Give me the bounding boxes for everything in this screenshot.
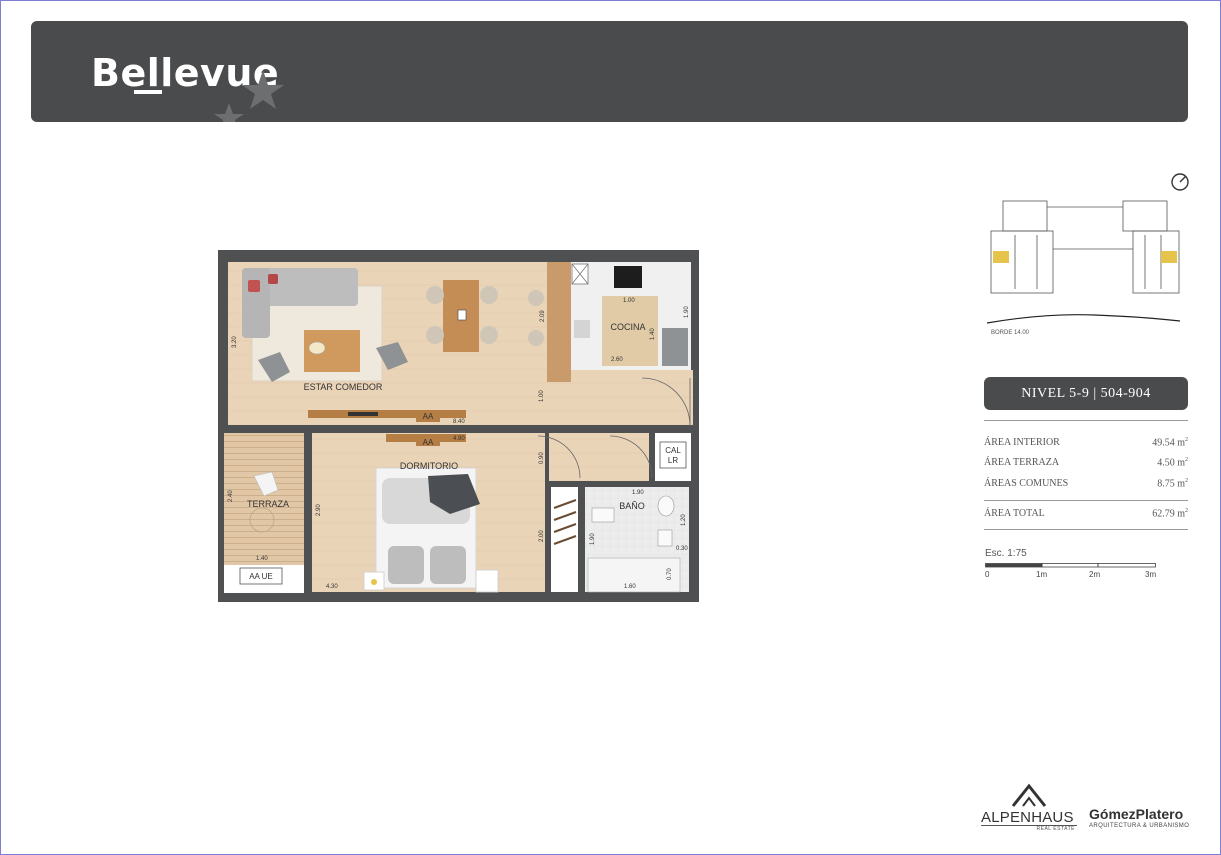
- dimension-label: 1.90: [684, 306, 690, 318]
- dimension-label: 3.20: [232, 336, 238, 348]
- cal-label: CAL: [665, 446, 681, 455]
- aa-ue-label: AA UE: [249, 572, 273, 581]
- gomezplatero-subtitle: ARQUITECTURA & URBANISMO: [1089, 823, 1190, 829]
- room-label-terrace: TERRAZA: [247, 499, 289, 509]
- floor-plan: ESTAR COMEDOR COCINA DORMITORIO TERRAZA …: [218, 250, 700, 602]
- total-label: ÁREA TOTAL: [984, 508, 1045, 519]
- dimension-label: 2.00: [539, 530, 545, 542]
- unit-highlight: [1161, 251, 1177, 263]
- dimension-label: 2.60: [611, 357, 623, 363]
- dimension-label: 1.40: [650, 328, 656, 340]
- border-label: BORDE 14.00: [991, 330, 1030, 336]
- alpenhaus-wordmark: ALPENHAUS: [981, 809, 1074, 826]
- area-label: ÁREAS COMUNES: [984, 478, 1069, 489]
- unit-highlight: [993, 251, 1009, 263]
- room-label-living: ESTAR COMEDOR: [304, 382, 383, 392]
- brand-underline: [134, 90, 162, 94]
- dimension-label: 2.40: [228, 490, 234, 502]
- key-plan: [986, 200, 1181, 324]
- area-row-common: ÁREAS COMUNES 8.75 m2: [984, 478, 1188, 492]
- aa-label: AA: [423, 412, 434, 421]
- mountain-icon: [1011, 783, 1047, 807]
- dimension-label: 4.30: [326, 584, 338, 590]
- total-value: 62.79 m: [1152, 508, 1185, 520]
- area-value: 8.75 m: [1157, 478, 1185, 490]
- stars-icon: [214, 70, 284, 122]
- dimension-label: 1.00: [623, 298, 635, 304]
- divider: [984, 420, 1188, 421]
- gomezplatero-wordmark: GómezPlatero: [1089, 806, 1184, 822]
- scale-tick: 2m: [1089, 570, 1100, 579]
- area-row-interior: ÁREA INTERIOR 49.54 m2: [984, 437, 1188, 451]
- scale-bar: 0 1m 2m 3m: [985, 563, 1156, 579]
- dimension-label: 2.90: [316, 504, 322, 516]
- area-row-total: ÁREA TOTAL 62.79 m2: [984, 508, 1188, 522]
- scale-label: Esc. 1:75: [985, 548, 1027, 559]
- dimension-label: 1.90: [632, 490, 644, 496]
- north-compass-icon: [1171, 173, 1189, 191]
- scale-tick: 1m: [1036, 570, 1047, 579]
- dimension-label: 1.20: [681, 514, 687, 526]
- dimension-label: 0.70: [667, 568, 673, 580]
- level-badge: NIVEL 5-9 | 504-904: [984, 377, 1188, 410]
- area-label: ÁREA TERRAZA: [984, 457, 1060, 468]
- dimension-label: 8.40: [453, 419, 465, 425]
- room-label-bedroom: DORMITORIO: [400, 461, 458, 471]
- cooktop-icon: [614, 266, 642, 288]
- dimension-label: 1.40: [256, 556, 268, 562]
- dimension-label: 1.90: [590, 533, 596, 545]
- dimension-label: 0.30: [676, 546, 688, 552]
- scale-tick: 3m: [1145, 570, 1156, 579]
- dimension-label: 2.09: [540, 310, 546, 322]
- scale-tick: 0: [985, 570, 990, 579]
- aa-label: AA: [423, 438, 434, 447]
- divider: [984, 529, 1188, 530]
- room-label-kitchen: COCINA: [610, 322, 645, 332]
- area-label: ÁREA INTERIOR: [984, 437, 1060, 448]
- alpenhaus-subtitle: REAL ESTATE: [1036, 826, 1075, 832]
- area-value: 49.54 m: [1152, 437, 1185, 449]
- dimension-label: 1.00: [539, 390, 545, 402]
- area-row-terrace: ÁREA TERRAZA 4.50 m2: [984, 457, 1188, 471]
- room-label-bath: BAÑO: [619, 501, 645, 511]
- dimension-label: 4.90: [453, 436, 465, 442]
- divider: [984, 500, 1188, 501]
- header-bar: Bellevue: [31, 21, 1188, 122]
- dimension-label: 0.90: [539, 452, 545, 464]
- gomezplatero-logo: GómezPlatero ARQUITECTURA & URBANISMO: [1089, 806, 1189, 829]
- area-value: 4.50 m: [1157, 457, 1185, 469]
- dimension-label: 1.60: [624, 584, 636, 590]
- lr-label: LR: [668, 456, 678, 465]
- alpenhaus-logo: ALPENHAUS REAL ESTATE: [981, 782, 1077, 834]
